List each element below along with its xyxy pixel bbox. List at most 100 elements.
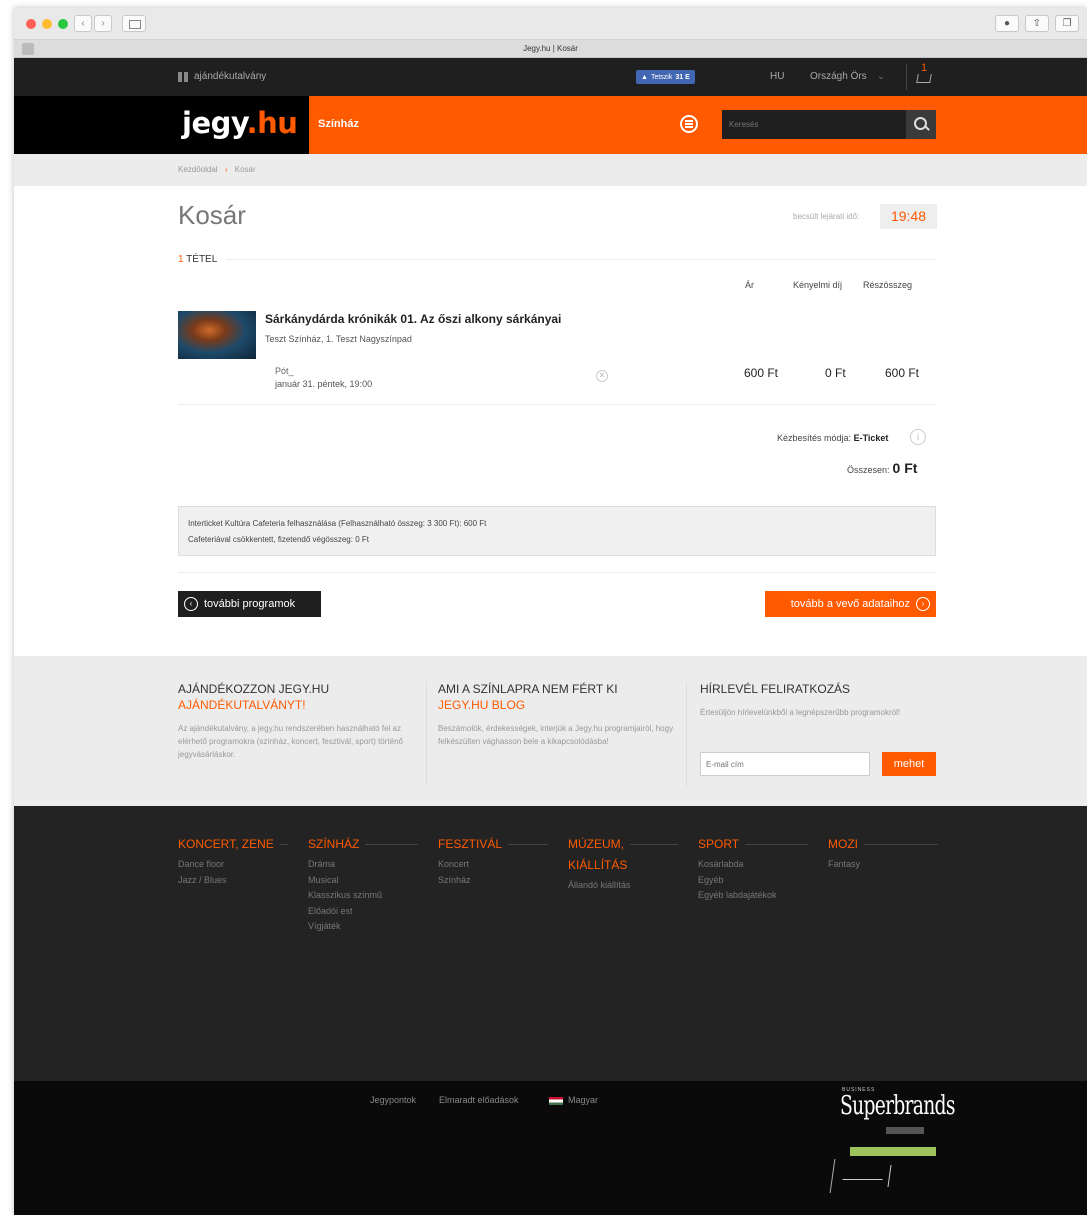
- category-title[interactable]: KIÁLLÍTÁS: [568, 855, 678, 876]
- delivery-value: E-Ticket: [853, 433, 889, 443]
- promo-band: AJÁNDÉKOZZON JEGY.HU AJÁNDÉKUTALVÁNYT! A…: [14, 656, 1087, 806]
- delivery-method: Kézbesítés módja: E-Ticket: [777, 433, 888, 443]
- category-title[interactable]: MOZI: [828, 834, 938, 855]
- menu-icon[interactable]: [680, 115, 698, 133]
- continue-to-buyer-button[interactable]: tovább a vevő adataihoz ›: [765, 591, 936, 617]
- event-date: január 31. péntek, 19:00: [275, 379, 373, 389]
- category-column: MÚZEUM, KIÁLLÍTÁS Állandó kiállítás: [568, 834, 678, 894]
- gift-voucher-label: ajándékutalvány: [194, 71, 267, 82]
- footer-language-label: Magyar: [568, 1095, 599, 1105]
- category-link[interactable]: Kosárlabda: [698, 857, 808, 873]
- cart-button[interactable]: 1: [906, 62, 934, 90]
- search-input[interactable]: [722, 110, 902, 139]
- gift-voucher-promo: AJÁNDÉKOZZON JEGY.HU AJÁNDÉKUTALVÁNYT! A…: [178, 682, 416, 761]
- event-thumbnail[interactable]: [178, 311, 256, 359]
- gift-voucher-link[interactable]: ajándékutalvány: [178, 71, 266, 82]
- close-window-button[interactable]: [26, 19, 36, 29]
- divider: [178, 404, 936, 405]
- promo-heading: AMI A SZÍNLAPRA NEM FÉRT KI: [438, 682, 618, 696]
- divider: [887, 1165, 892, 1187]
- browser-window: ‹ › ● ⇧ ❐ Jegy.hu | Kosár ajándékutalván…: [14, 8, 1087, 1215]
- category-title[interactable]: SZÍNHÁZ: [308, 834, 418, 855]
- user-name: Országh Örs: [810, 71, 867, 82]
- chevron-left-circle-icon: ‹: [184, 597, 198, 611]
- category-link[interactable]: Jazz / Blues: [178, 873, 288, 889]
- divider: [279, 844, 288, 845]
- category-link[interactable]: Fantasy: [828, 857, 938, 873]
- cart-total: Összesen: 0 Ft: [847, 460, 917, 476]
- category-link[interactable]: Állandó kiállítás: [568, 878, 678, 894]
- category-title-text: KONCERT, ZENE: [178, 837, 274, 851]
- category-title[interactable]: KONCERT, ZENE: [178, 834, 288, 855]
- share-icon[interactable]: ⇧: [1025, 15, 1049, 32]
- category-link[interactable]: Koncert: [438, 857, 548, 873]
- facebook-like-button[interactable]: ▲ Tetszik 31 E: [636, 70, 695, 84]
- cart-icon: [916, 74, 932, 83]
- category-title-text: MÚZEUM,: [568, 837, 624, 851]
- certificate-logo: [829, 1159, 939, 1193]
- category-link[interactable]: Dráma: [308, 857, 418, 873]
- category-link[interactable]: Színház: [438, 873, 548, 889]
- superbrands-logo: Superbrands: [840, 1091, 955, 1121]
- item-price: 600 Ft: [744, 366, 779, 380]
- total-value: 0 Ft: [892, 460, 918, 476]
- event-venue: Teszt Színház, 1. Teszt Nagyszínpad: [265, 334, 412, 344]
- promo-text: Az ajándékutalvány, a jegy.hu rendszeréb…: [178, 724, 403, 759]
- delivery-label: Kézbesítés módja:: [777, 433, 852, 443]
- search-icon[interactable]: [906, 110, 936, 139]
- category-link[interactable]: Dance floor: [178, 857, 288, 873]
- breadcrumb-home[interactable]: Kezdőoldal: [178, 165, 218, 174]
- cart-main: Kosár becsült lejárati idő: 19:48 1 TÉTE…: [14, 186, 1087, 656]
- category-link[interactable]: Musical: [308, 873, 418, 889]
- category-title-text: FESZTIVÁL: [438, 837, 503, 851]
- tabs-icon[interactable]: ❐: [1055, 15, 1079, 32]
- logo-suffix: .hu: [246, 106, 298, 140]
- site-logo[interactable]: jegy.hu: [182, 106, 298, 140]
- category-footer: KONCERT, ZENE Dance floor Jazz / Blues S…: [14, 806, 1087, 1081]
- category-title[interactable]: FESZTIVÁL: [438, 834, 548, 855]
- category-link[interactable]: Egyéb labdajátékok: [698, 888, 808, 904]
- footer-link-ticket-offices[interactable]: Jegypontok: [370, 1095, 416, 1105]
- category-title-text: SZÍNHÁZ: [308, 837, 360, 851]
- blog-link[interactable]: JEGY.HU BLOG: [438, 698, 676, 712]
- category-link[interactable]: Klasszikus színmű: [308, 888, 418, 904]
- more-programs-label: további programok: [204, 598, 296, 610]
- chevron-left-icon[interactable]: ‹: [74, 15, 92, 32]
- category-link[interactable]: Előadói est: [308, 904, 418, 920]
- breadcrumb-current: Kosár: [234, 165, 256, 174]
- chevron-right-circle-icon: ›: [916, 597, 930, 611]
- category-column: MOZI Fantasy: [828, 834, 938, 873]
- chevron-right-icon[interactable]: ›: [94, 15, 112, 32]
- category-link[interactable]: Egyéb: [698, 873, 808, 889]
- fb-like-count: 31 E: [675, 73, 690, 81]
- user-menu[interactable]: Országh Örs ⌄: [810, 71, 885, 82]
- footer-language-selector[interactable]: Magyar: [549, 1095, 598, 1105]
- divider: [426, 682, 427, 786]
- sidebar-toggle-icon[interactable]: [122, 15, 146, 32]
- certificate-bar: [850, 1147, 936, 1156]
- nav-item-theatre[interactable]: Színház: [318, 118, 359, 130]
- email-field[interactable]: [700, 752, 870, 776]
- info-icon[interactable]: i: [910, 429, 926, 445]
- extension-icon[interactable]: ●: [995, 15, 1019, 32]
- newsletter-submit-button[interactable]: mehet: [882, 752, 936, 776]
- divider: [864, 844, 938, 845]
- seat-info: Pót_: [275, 366, 294, 376]
- divider: [745, 844, 808, 845]
- zoom-window-button[interactable]: [58, 19, 68, 29]
- event-title[interactable]: Sárkánydárda krónikák 01. Az őszi alkony…: [265, 312, 561, 326]
- newsletter-heading: HÍRLEVÉL FELIRATKOZÁS: [700, 682, 851, 696]
- chevron-down-icon: ⌄: [876, 71, 886, 82]
- gift-voucher-link[interactable]: AJÁNDÉKUTALVÁNYT!: [178, 698, 416, 712]
- more-programs-button[interactable]: ‹ további programok: [178, 591, 321, 617]
- remove-item-icon[interactable]: ✕: [596, 370, 608, 382]
- minimize-window-button[interactable]: [42, 19, 52, 29]
- category-title[interactable]: SPORT: [698, 834, 808, 855]
- tab-favicon-icon: [22, 43, 34, 55]
- category-title[interactable]: MÚZEUM,: [568, 834, 678, 855]
- language-selector[interactable]: HU: [770, 71, 784, 82]
- promo-text: Beszámolók, érdekességek, interjúk a Jeg…: [438, 724, 674, 746]
- footer-link-cancelled-shows[interactable]: Elmaradt előadások: [439, 1095, 519, 1105]
- category-link[interactable]: Vígjáték: [308, 919, 418, 935]
- tab-title[interactable]: Jegy.hu | Kosár: [523, 44, 578, 53]
